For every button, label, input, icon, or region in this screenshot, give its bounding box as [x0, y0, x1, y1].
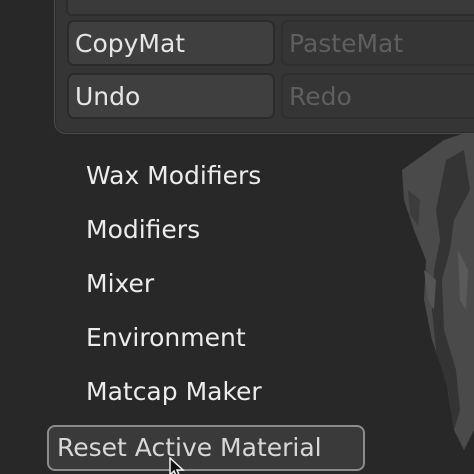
material-palette: CopyMat PasteMat Undo Redo Wax Modifiers… [0, 0, 474, 474]
undo-button[interactable]: Undo [67, 73, 275, 119]
menu-item-mixer[interactable]: Mixer [86, 269, 154, 298]
redo-button[interactable]: Redo [281, 73, 474, 119]
sculpt-viewport-texture [402, 130, 474, 450]
menu-item-environment[interactable]: Environment [86, 323, 246, 352]
pastemat-button[interactable]: PasteMat [281, 20, 474, 66]
menu-item-wax-modifiers[interactable]: Wax Modifiers [86, 161, 261, 190]
menu-item-modifiers[interactable]: Modifiers [86, 215, 200, 244]
panel-top-button-row [66, 0, 474, 16]
copymat-button[interactable]: CopyMat [67, 20, 275, 66]
reset-active-material-button[interactable]: Reset Active Material [47, 425, 365, 471]
cursor-arrow-icon [169, 457, 185, 474]
menu-item-matcap-maker[interactable]: Matcap Maker [86, 377, 262, 406]
